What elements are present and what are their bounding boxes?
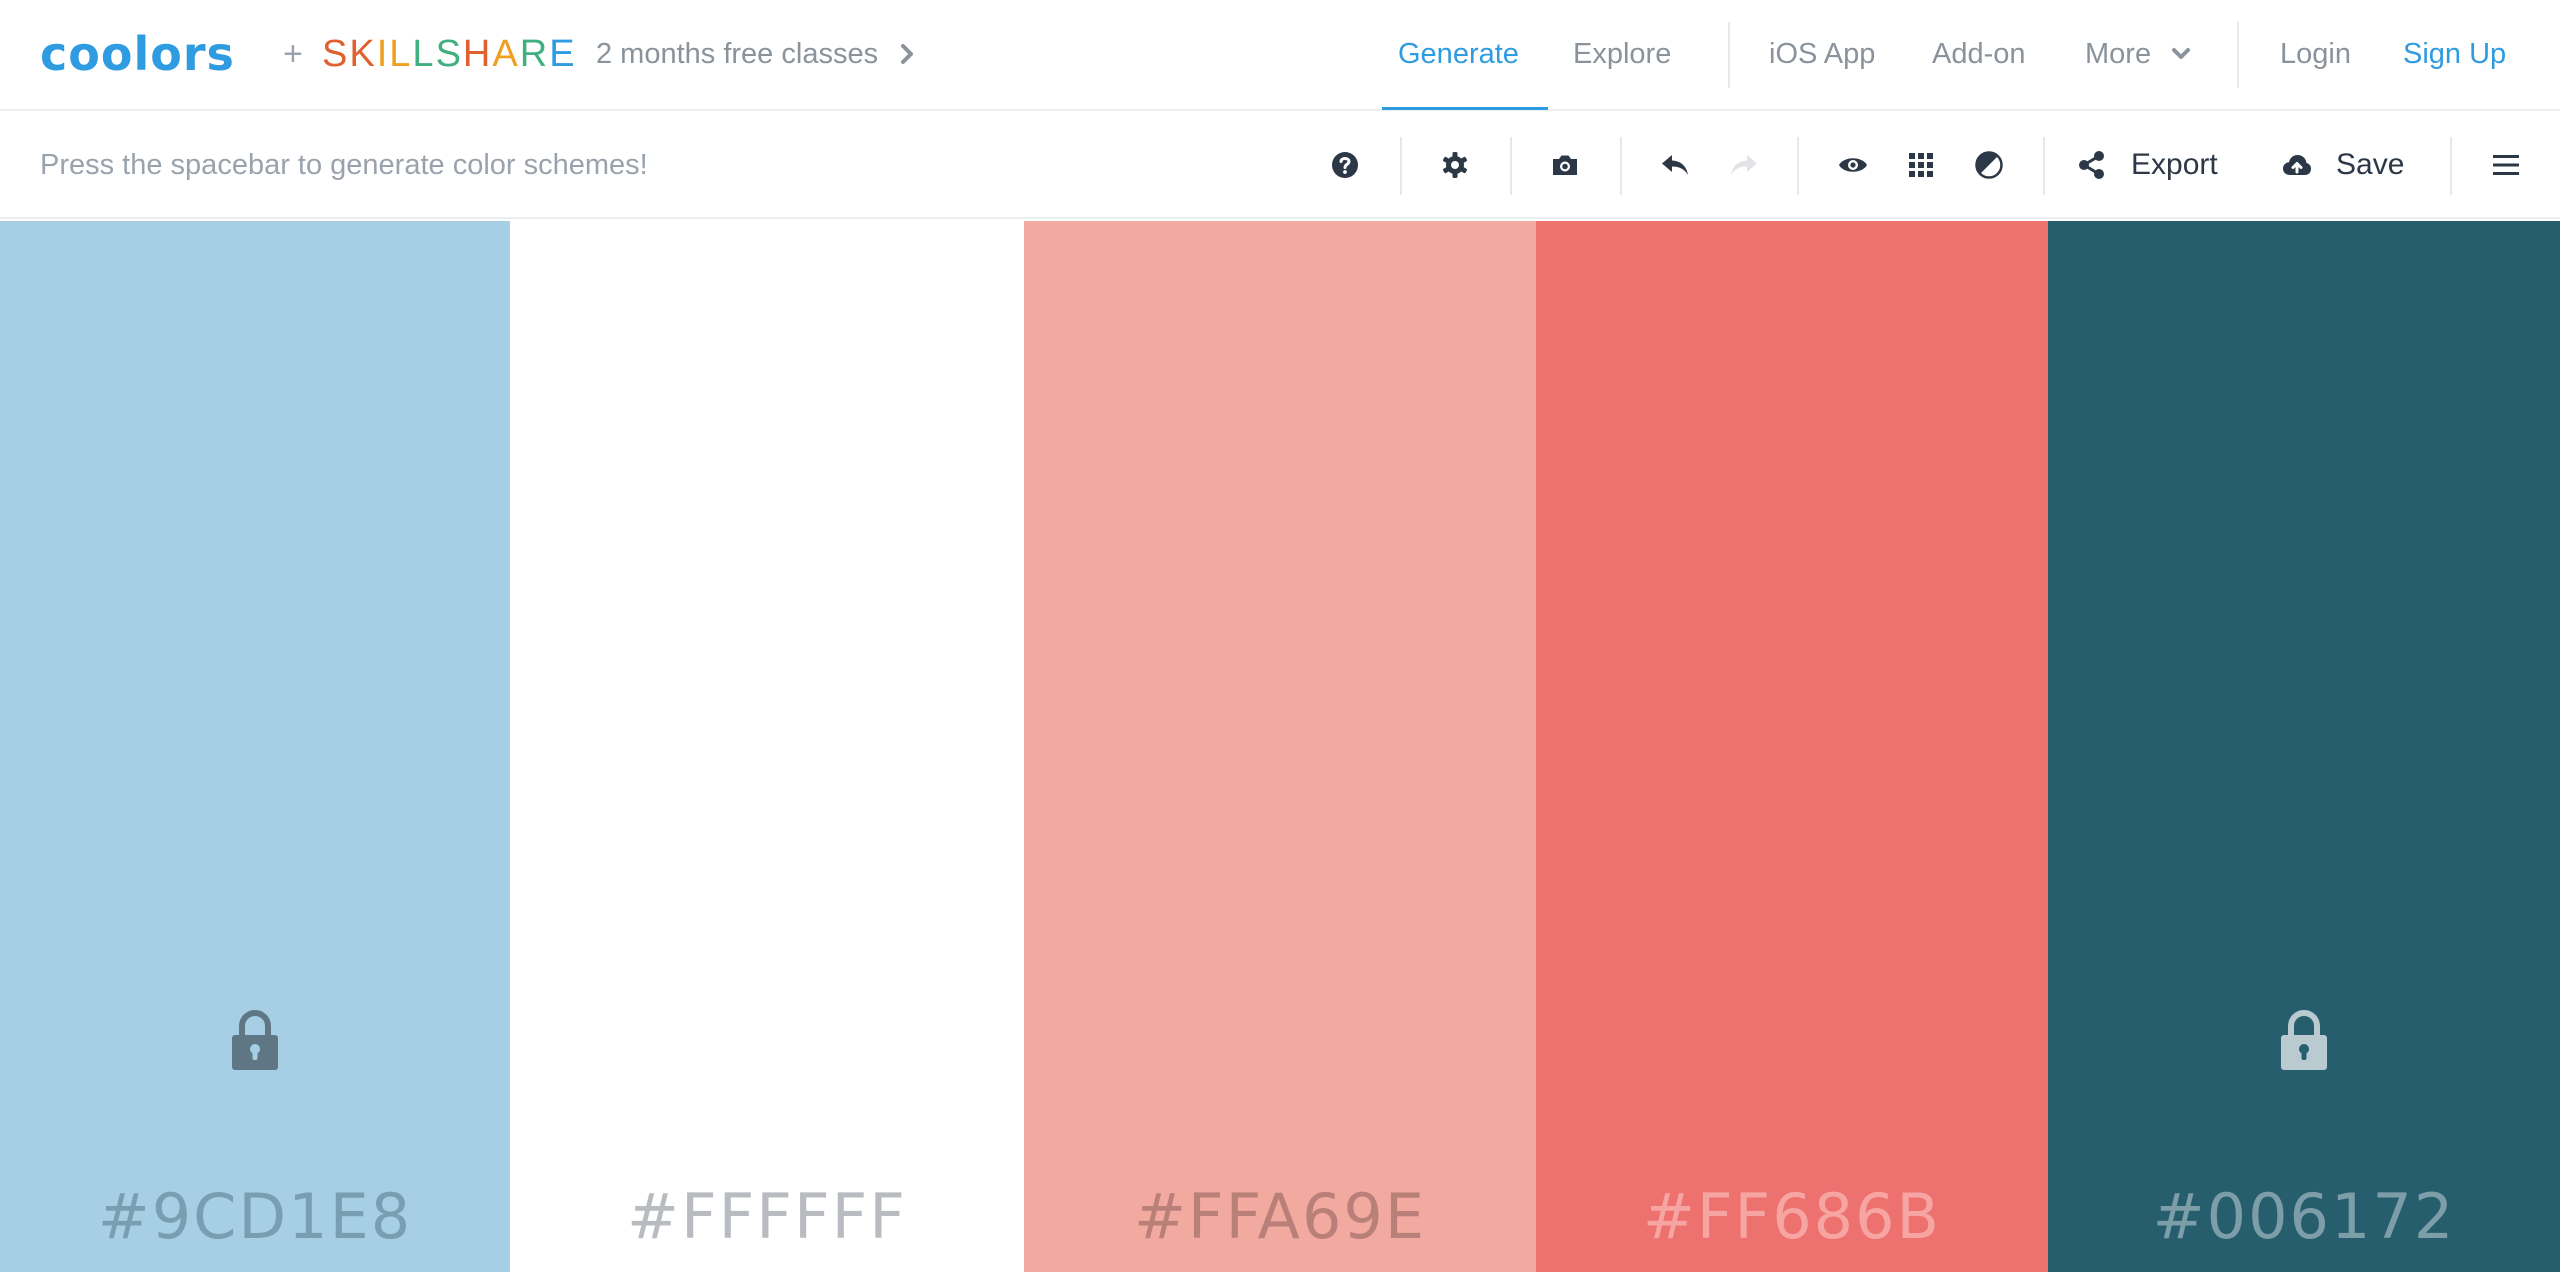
toolbar-divider [2450, 137, 2452, 195]
toolbar: Press the spacebar to generate color sch… [0, 113, 2560, 219]
color-swatch[interactable]: #FFFFFF [510, 221, 1024, 1272]
chevron-right-icon [901, 44, 914, 64]
promo-label: 2 months free classes [596, 38, 879, 70]
gear-icon [1443, 152, 1467, 178]
hex-code[interactable]: #FFA69E [1024, 1181, 1536, 1253]
lock-toggle[interactable] [230, 1009, 280, 1071]
lock-icon [232, 1010, 278, 1070]
skillshare-letter: S [322, 33, 350, 75]
coolors-logo[interactable]: coolors [40, 30, 235, 78]
settings-button[interactable] [1433, 143, 1477, 187]
promo-link[interactable]: 2 months free classes [596, 36, 914, 72]
nav-more[interactable]: More [2085, 36, 2191, 72]
skillshare-letter: L [412, 33, 436, 75]
toolbar-divider [1620, 137, 1622, 195]
save-button[interactable]: Save [2282, 143, 2404, 187]
skillshare-letter: S [435, 33, 463, 75]
lock-toggle[interactable] [2279, 1009, 2329, 1071]
skillshare-letter: L [389, 33, 413, 75]
color-blindness-button[interactable] [1831, 143, 1875, 187]
skillshare-letter: E [549, 33, 577, 75]
toolbar-divider [1797, 137, 1799, 195]
nav-active-indicator [1382, 107, 1548, 110]
color-swatch[interactable]: #FF686B [1536, 221, 2048, 1272]
grid-icon [1909, 153, 1933, 177]
hex-code[interactable]: #006172 [2048, 1181, 2560, 1253]
export-label: Export [2131, 148, 2218, 181]
color-swatch[interactable]: #FFA69E [1024, 221, 1536, 1272]
top-navigation: coolors + SKILLSHARE 2 months free class… [0, 0, 2560, 111]
eye-icon [1839, 158, 1867, 172]
skillshare-logo[interactable]: SKILLSHARE [322, 32, 577, 76]
toolbar-divider [2043, 137, 2045, 195]
nav-add-on[interactable]: Add-on [1932, 36, 2026, 72]
nav-explore[interactable]: Explore [1573, 36, 1671, 72]
color-palette: #9CD1E8 #FFFFFF #FFA69E #FF686B #006172 [0, 221, 2560, 1272]
redo-button[interactable] [1722, 143, 1766, 187]
camera-button[interactable] [1543, 143, 1587, 187]
login-link[interactable]: Login [2280, 36, 2351, 72]
nav-divider [2237, 22, 2239, 88]
spacebar-hint: Press the spacebar to generate color sch… [40, 149, 648, 181]
toolbar-divider [1510, 137, 1512, 195]
export-button[interactable]: Export [2077, 143, 2218, 187]
share-icon [2079, 151, 2104, 179]
skillshare-letter: R [519, 33, 550, 75]
skillshare-letter: H [462, 33, 493, 75]
menu-icon [2493, 155, 2519, 175]
hex-code[interactable]: #FFFFFF [510, 1181, 1024, 1253]
hex-code[interactable]: #9CD1E8 [0, 1181, 510, 1253]
plus-sign: + [283, 35, 303, 73]
chevron-down-icon [2172, 48, 2191, 59]
hex-code[interactable]: #FF686B [1536, 1181, 2048, 1253]
skillshare-letter: A [492, 33, 520, 75]
nav-more-label: More [2085, 38, 2152, 70]
toolbar-divider [1400, 137, 1402, 195]
save-label: Save [2336, 148, 2405, 181]
help-button[interactable] [1323, 143, 1367, 187]
view-grid-button[interactable] [1899, 143, 1943, 187]
cloud-upload-icon [2283, 155, 2311, 175]
lock-icon [2281, 1010, 2327, 1070]
menu-button[interactable] [2484, 143, 2528, 187]
color-swatch[interactable]: #9CD1E8 [0, 221, 510, 1272]
skillshare-letter: K [349, 33, 377, 75]
undo-icon [1662, 155, 1688, 175]
nav-generate[interactable]: Generate [1398, 36, 1519, 72]
nav-divider [1728, 22, 1730, 88]
skillshare-letter: I [376, 33, 390, 75]
adjust-palette-button[interactable] [1967, 143, 2011, 187]
nav-ios-app[interactable]: iOS App [1769, 36, 1875, 72]
signup-link[interactable]: Sign Up [2403, 36, 2506, 72]
undo-button[interactable] [1653, 143, 1697, 187]
contrast-icon [1975, 151, 2003, 179]
color-swatch[interactable]: #006172 [2048, 221, 2560, 1272]
help-icon [1332, 152, 1358, 178]
redo-icon [1731, 155, 1757, 175]
camera-icon [1553, 155, 1577, 175]
